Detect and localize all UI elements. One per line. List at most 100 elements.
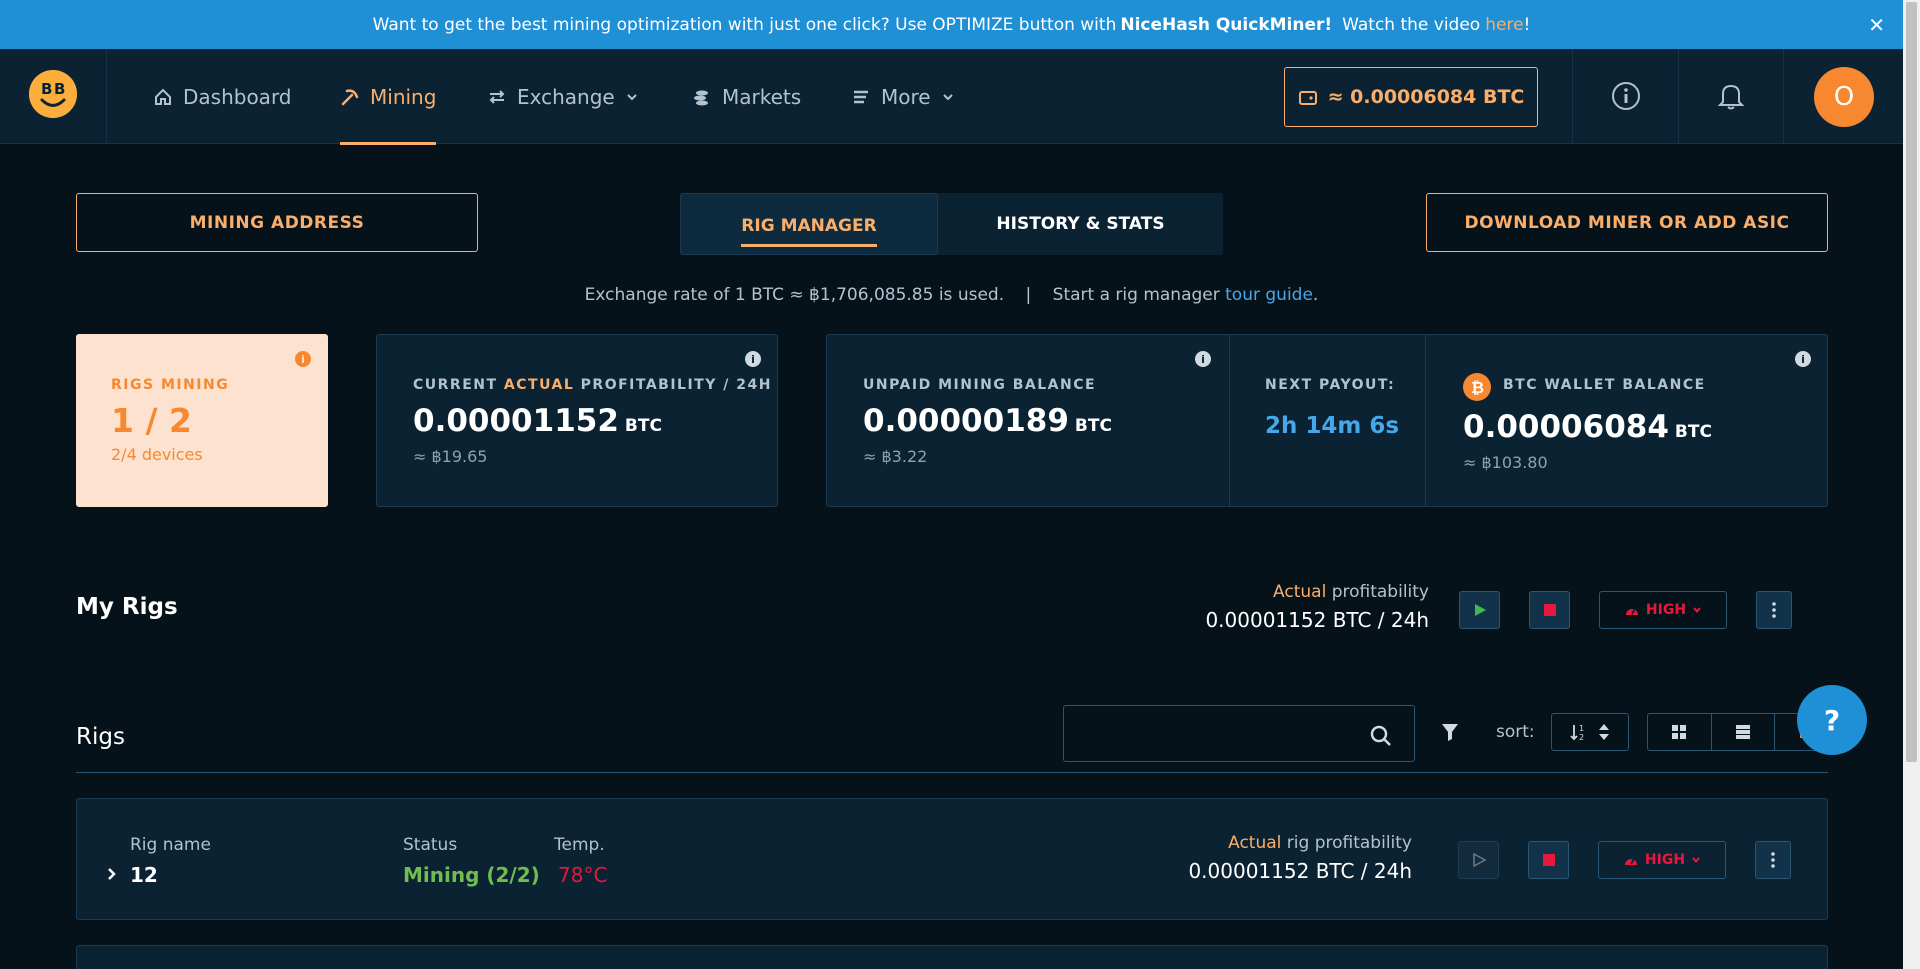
next-payout-timer: 2h 14m 6s bbox=[1265, 413, 1400, 439]
sort-label: sort: bbox=[1496, 722, 1535, 742]
info-icon[interactable]: i bbox=[1795, 351, 1811, 367]
top-navigation: B B Dashboard Mining Exchange Markets Mo… bbox=[0, 49, 1903, 145]
scrollbar-thumb[interactable] bbox=[1906, 2, 1917, 762]
banner-text-after: Watch the video bbox=[1342, 14, 1481, 35]
my-rigs-profitability: Actual profitability 0.00001152 BTC / 24… bbox=[1205, 582, 1429, 632]
sort-order-icon: 12 bbox=[1570, 724, 1584, 742]
profitability-value: 0.00001152 BTC bbox=[413, 403, 662, 439]
profitability-card: i CURRENT ACTUAL PROFITABILITY / 24H 0.0… bbox=[376, 334, 778, 507]
rigs-list-title: Rigs bbox=[76, 724, 125, 750]
list-icon bbox=[1736, 725, 1750, 739]
bell-icon[interactable] bbox=[1714, 79, 1748, 113]
rig-row[interactable]: Rig name 12 Status Mining (2/2) Temp. 78… bbox=[76, 798, 1828, 920]
chevron-down-icon bbox=[942, 93, 953, 100]
info-icon[interactable]: i bbox=[1195, 351, 1211, 367]
balance-card: i UNPAID MINING BALANCE 0.00000189 BTC ≈ … bbox=[826, 334, 1828, 507]
kebab-menu-icon bbox=[1772, 602, 1776, 618]
rig-status: Mining (2/2) bbox=[403, 863, 540, 887]
more-options-button[interactable] bbox=[1756, 591, 1792, 629]
info-icon[interactable] bbox=[1609, 79, 1643, 113]
tab-bar: RIG MANAGER HISTORY & STATS bbox=[680, 193, 1223, 255]
nicehash-logo[interactable]: B B bbox=[29, 70, 77, 118]
nav-exchange[interactable]: Exchange bbox=[487, 49, 639, 144]
stop-icon bbox=[1542, 854, 1555, 866]
grid-icon bbox=[1672, 725, 1687, 739]
promo-banner: Want to get the best mining optimization… bbox=[0, 0, 1903, 49]
banner-brand: NiceHash QuickMiner! bbox=[1120, 14, 1333, 35]
rig-row[interactable] bbox=[76, 945, 1828, 969]
devices-count: 2/4 devices bbox=[111, 445, 203, 464]
my-rigs-title: My Rigs bbox=[76, 594, 178, 620]
wallet-balance-fiat: ≈ ฿103.80 bbox=[1463, 453, 1548, 472]
logo-area[interactable]: B B bbox=[0, 49, 107, 144]
banner-video-link[interactable]: here bbox=[1485, 15, 1523, 35]
nav-mining[interactable]: Mining bbox=[340, 49, 437, 145]
filter-icon[interactable] bbox=[1440, 722, 1460, 746]
page-scrollbar[interactable] bbox=[1903, 0, 1920, 969]
list-view-button[interactable] bbox=[1712, 714, 1776, 750]
rig-stop-button[interactable] bbox=[1528, 841, 1569, 879]
play-icon bbox=[1474, 604, 1486, 616]
rig-start-button[interactable] bbox=[1458, 841, 1499, 879]
chevron-down-icon bbox=[1693, 607, 1701, 614]
exchange-icon bbox=[489, 89, 505, 104]
svg-text:B: B bbox=[54, 80, 65, 98]
download-miner-button[interactable]: DOWNLOAD MINER OR ADD ASIC bbox=[1426, 193, 1828, 252]
wallet-icon bbox=[1298, 91, 1317, 105]
rig-profitability: Actual rig profitability 0.00001152 BTC … bbox=[1188, 833, 1412, 883]
search-input[interactable] bbox=[1063, 705, 1415, 762]
rigs-mining-card: i RIGS MINING 1 / 2 2/4 devices bbox=[76, 334, 328, 507]
nav-markets[interactable]: Markets bbox=[692, 49, 801, 144]
info-icon[interactable]: i bbox=[295, 351, 311, 367]
speedometer-icon bbox=[1625, 608, 1638, 615]
speedometer-icon bbox=[1624, 858, 1637, 865]
rig-temperature: 78°C bbox=[558, 863, 608, 887]
nav-more[interactable]: More bbox=[851, 49, 955, 144]
search-icon bbox=[1370, 725, 1391, 746]
start-all-button[interactable] bbox=[1459, 591, 1500, 629]
pickaxe-icon bbox=[341, 88, 359, 105]
chevron-down-icon bbox=[627, 93, 637, 100]
help-button[interactable]: ? bbox=[1797, 685, 1867, 755]
play-icon bbox=[1472, 852, 1487, 868]
chevron-down-icon bbox=[1692, 857, 1700, 864]
nav-divider bbox=[1678, 49, 1679, 144]
info-icon[interactable]: i bbox=[745, 351, 761, 367]
tab-rig-manager[interactable]: RIG MANAGER bbox=[680, 193, 938, 255]
rig-name: 12 bbox=[130, 863, 158, 887]
banner-text: Want to get the best mining optimization… bbox=[372, 14, 1117, 35]
close-icon[interactable]: ✕ bbox=[1868, 13, 1885, 37]
list-divider bbox=[76, 772, 1828, 773]
coins-icon bbox=[694, 90, 708, 105]
chevron-right-icon[interactable] bbox=[107, 867, 117, 881]
nav-divider bbox=[1572, 49, 1573, 144]
wallet-balance-value: 0.00006084 BTC bbox=[1463, 409, 1712, 445]
bitcoin-icon: ₿ bbox=[1463, 373, 1491, 401]
tab-history-stats[interactable]: HISTORY & STATS bbox=[938, 193, 1223, 255]
menu-icon bbox=[854, 90, 868, 103]
exchange-rate-text: Exchange rate of 1 BTC ≈ ฿1,706,085.85 i… bbox=[584, 285, 1005, 305]
stop-all-button[interactable] bbox=[1529, 591, 1570, 629]
nav-divider bbox=[1783, 49, 1784, 144]
rig-more-options-button[interactable] bbox=[1755, 841, 1791, 879]
stop-icon bbox=[1543, 604, 1556, 616]
kebab-menu-icon bbox=[1771, 852, 1775, 868]
grid-view-button[interactable] bbox=[1648, 714, 1712, 750]
rig-power-mode-dropdown[interactable]: HIGH bbox=[1598, 841, 1726, 879]
avatar[interactable]: O bbox=[1814, 67, 1874, 127]
profitability-fiat: ≈ ฿19.65 bbox=[413, 447, 488, 466]
rigs-mining-value: 1 / 2 bbox=[111, 401, 192, 440]
nav-dashboard[interactable]: Dashboard bbox=[153, 49, 292, 144]
mining-address-button[interactable]: MINING ADDRESS bbox=[76, 193, 478, 252]
svg-text:2: 2 bbox=[1579, 733, 1584, 742]
home-icon bbox=[155, 88, 171, 105]
unpaid-balance-value: 0.00000189 BTC bbox=[863, 403, 1112, 439]
exchange-rate-line: Exchange rate of 1 BTC ≈ ฿1,706,085.85 i… bbox=[584, 285, 1319, 305]
power-mode-dropdown[interactable]: HIGH bbox=[1599, 591, 1727, 629]
svg-text:1: 1 bbox=[1579, 724, 1584, 733]
wallet-balance-button[interactable]: ≈ 0.00006084 BTC bbox=[1284, 67, 1538, 127]
sort-dropdown[interactable]: 12 bbox=[1551, 713, 1629, 751]
unpaid-balance-fiat: ≈ ฿3.22 bbox=[863, 447, 928, 466]
svg-text:₿: ₿ bbox=[1471, 378, 1484, 396]
tour-guide-link[interactable]: tour guide bbox=[1225, 285, 1313, 305]
